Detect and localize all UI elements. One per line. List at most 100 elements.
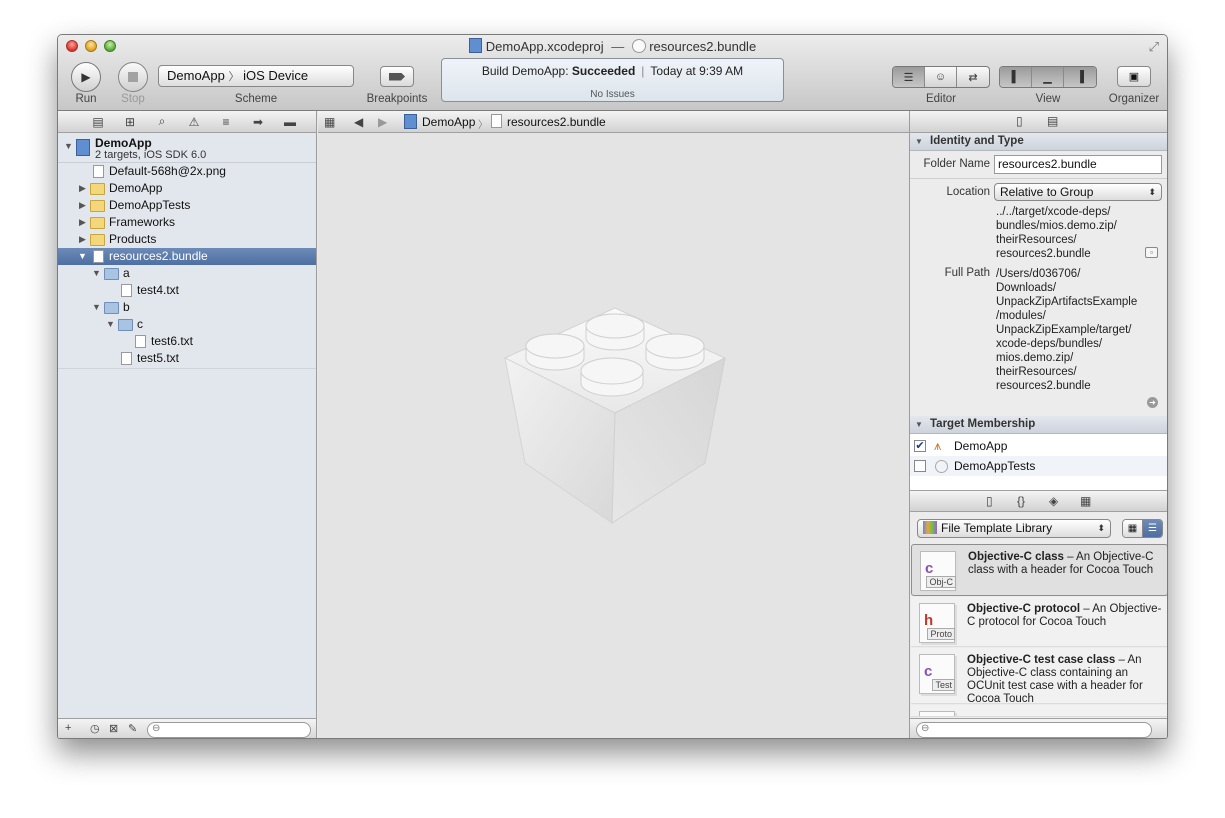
target-checkbox[interactable] [914, 460, 926, 472]
fullscreen-icon[interactable]: ⤢ [1149, 39, 1159, 55]
organizer-label: Organizer [1108, 93, 1160, 105]
title-file: resources2.bundle [649, 39, 757, 54]
chevron-right-icon: 〉 [228, 71, 240, 83]
membership-section-header[interactable]: Target Membership [910, 416, 1167, 434]
debug-area-toggle-icon[interactable]: ▁ [1032, 67, 1064, 87]
tree-row[interactable]: ▼ b [58, 299, 316, 316]
tree-row-label: DemoAppTests [109, 198, 191, 212]
quick-help-icon[interactable]: ▤ [1047, 114, 1058, 128]
reveal-in-finder-icon[interactable]: ➜ [1147, 397, 1158, 408]
jumpbar-project[interactable]: DemoApp [422, 115, 475, 129]
tree-row[interactable]: ▶ Products [58, 231, 316, 248]
breakpoints-button[interactable] [380, 66, 414, 87]
view-segmented-control: ▌ ▁ ▐ [999, 66, 1097, 88]
disclosure-open-icon[interactable]: ▼ [106, 316, 115, 333]
add-icon[interactable]: + [65, 722, 71, 734]
full-path-line: Downloads/ [996, 282, 1057, 294]
disclosure-closed-icon[interactable]: ▶ [79, 214, 86, 231]
run-label: Run [75, 93, 97, 105]
library-item[interactable]: c Test Objective-C test case class – An O… [911, 648, 1167, 705]
template-title: Objective-C class [968, 551, 1064, 563]
tree-row[interactable]: ▶ DemoApp [58, 180, 316, 197]
tree-row[interactable]: ▶ DemoAppTests [58, 197, 316, 214]
stop-button[interactable] [118, 62, 148, 92]
unsaved-files-icon[interactable]: ✎ [128, 722, 137, 735]
choose-folder-icon[interactable]: ▫ [1145, 247, 1158, 258]
list-view-icon[interactable]: ☰ [1143, 520, 1162, 537]
disclosure-closed-icon[interactable]: ▶ [79, 231, 86, 248]
log-navigator-icon[interactable]: ▬ [274, 115, 306, 129]
search-navigator-icon[interactable]: ⌕ [146, 114, 178, 129]
icon-view-icon[interactable]: ▦ [1123, 520, 1143, 537]
target-checkbox-checked[interactable]: ✔ [914, 440, 926, 452]
tree-row[interactable]: ▼ c [58, 316, 316, 333]
project-row[interactable]: ▼ DemoApp 2 targets, iOS SDK 6.0 [58, 133, 316, 163]
disclosure-open-icon[interactable]: ▼ [78, 248, 87, 265]
scm-status-icon[interactable]: ⊠ [109, 722, 118, 735]
target-row[interactable]: DemoAppTests [910, 456, 1167, 476]
organizer-icon: ▣ [1128, 71, 1140, 83]
file-template-library-icon[interactable]: ▯ [986, 494, 993, 508]
assistant-editor-icon[interactable]: ☺ [925, 67, 957, 87]
location-popup[interactable]: Relative to Group ⬍ [994, 183, 1162, 201]
target-row[interactable]: ✔ ⩚ DemoApp [910, 436, 1167, 456]
debug-navigator-icon[interactable]: ≡ [210, 115, 242, 129]
folder-name-field[interactable]: resources2.bundle [994, 155, 1162, 174]
run-button[interactable]: ▶ [71, 62, 101, 92]
inspector-selector-bar: ▯ ▤ [910, 111, 1167, 133]
object-library-icon[interactable]: ◈ [1049, 494, 1058, 508]
library-item[interactable]: c Obj-C Objective-C class – An Objective-… [911, 544, 1167, 596]
full-path-line: /Users/d036706/ [996, 268, 1081, 280]
tree-row[interactable]: test5.txt [58, 350, 316, 367]
library-selector-bar: ▯ {} ◈ ▦ [910, 490, 1167, 512]
bundle-file-icon [93, 250, 104, 263]
issue-navigator-icon[interactable]: ⚠ [178, 115, 210, 129]
full-path-line: xcode-deps/bundles/ [996, 338, 1103, 350]
disclosure-closed-icon[interactable]: ▶ [79, 197, 86, 214]
scheme-selector[interactable]: DemoApp 〉 iOS Device [158, 65, 354, 87]
library-item[interactable]: h Proto Objective-C protocol – An Objecti… [911, 597, 1167, 647]
text-file-icon [135, 335, 146, 348]
bundle-icon [632, 39, 647, 53]
tree-row[interactable]: Default-568h@2x.png [58, 163, 316, 180]
code-snippet-library-icon[interactable]: {} [1017, 494, 1025, 508]
identity-section-header[interactable]: Identity and Type [910, 133, 1167, 151]
library-filter-input[interactable]: ⊖ [916, 722, 1152, 738]
folder-icon [90, 217, 105, 229]
template-badge: Test [932, 679, 955, 691]
organizer-button[interactable]: ▣ [1117, 66, 1151, 87]
tree-row-selected[interactable]: ▼ resources2.bundle [58, 248, 316, 265]
utilities-toggle-icon[interactable]: ▐ [1064, 67, 1096, 87]
related-items-icon[interactable]: ▦ [324, 115, 335, 129]
tree-row[interactable]: test6.txt [58, 333, 316, 350]
objc-protocol-template-icon: h Proto [919, 603, 955, 643]
jumpbar-file[interactable]: resources2.bundle [507, 115, 606, 129]
identity-section: Folder Name resources2.bundle Location R… [910, 151, 1167, 416]
recent-files-icon[interactable]: ◷ [90, 722, 100, 735]
library-popup[interactable]: File Template Library ⬍ [917, 519, 1111, 538]
location-path-line: ../../target/xcode-deps/ [996, 206, 1111, 218]
disclosure-open-icon[interactable]: ▼ [92, 299, 101, 316]
project-navigator-icon[interactable]: ▤ [82, 115, 114, 129]
symbol-navigator-icon[interactable]: ⊞ [114, 115, 146, 129]
library-view-toggle: ▦ ☰ [1122, 519, 1163, 538]
version-editor-icon[interactable]: ⇄ [957, 67, 989, 87]
text-file-icon [121, 284, 132, 297]
disclosure-closed-icon[interactable]: ▶ [79, 180, 86, 197]
media-library-icon[interactable]: ▦ [1080, 494, 1091, 508]
full-path-line: resources2.bundle [996, 380, 1091, 392]
navigator-toggle-icon[interactable]: ▌ [1000, 67, 1032, 87]
back-arrow-icon[interactable]: ◀ [354, 115, 363, 129]
standard-editor-icon[interactable]: ☰ [893, 67, 925, 87]
file-inspector-icon[interactable]: ▯ [1016, 114, 1023, 128]
tree-row[interactable]: test4.txt [58, 282, 316, 299]
tree-row[interactable]: ▶ Frameworks [58, 214, 316, 231]
disclosure-open-icon[interactable]: ▼ [64, 141, 73, 151]
forward-arrow-icon[interactable]: ▶ [378, 115, 387, 129]
tree-row-label: c [137, 317, 143, 331]
tree-row[interactable]: ▼ a [58, 265, 316, 282]
disclosure-open-icon[interactable]: ▼ [92, 265, 101, 282]
template-badge: Proto [927, 628, 955, 640]
breakpoint-navigator-icon[interactable]: ➡ [242, 115, 274, 129]
navigator-filter-input[interactable]: ⊖ [147, 722, 311, 738]
